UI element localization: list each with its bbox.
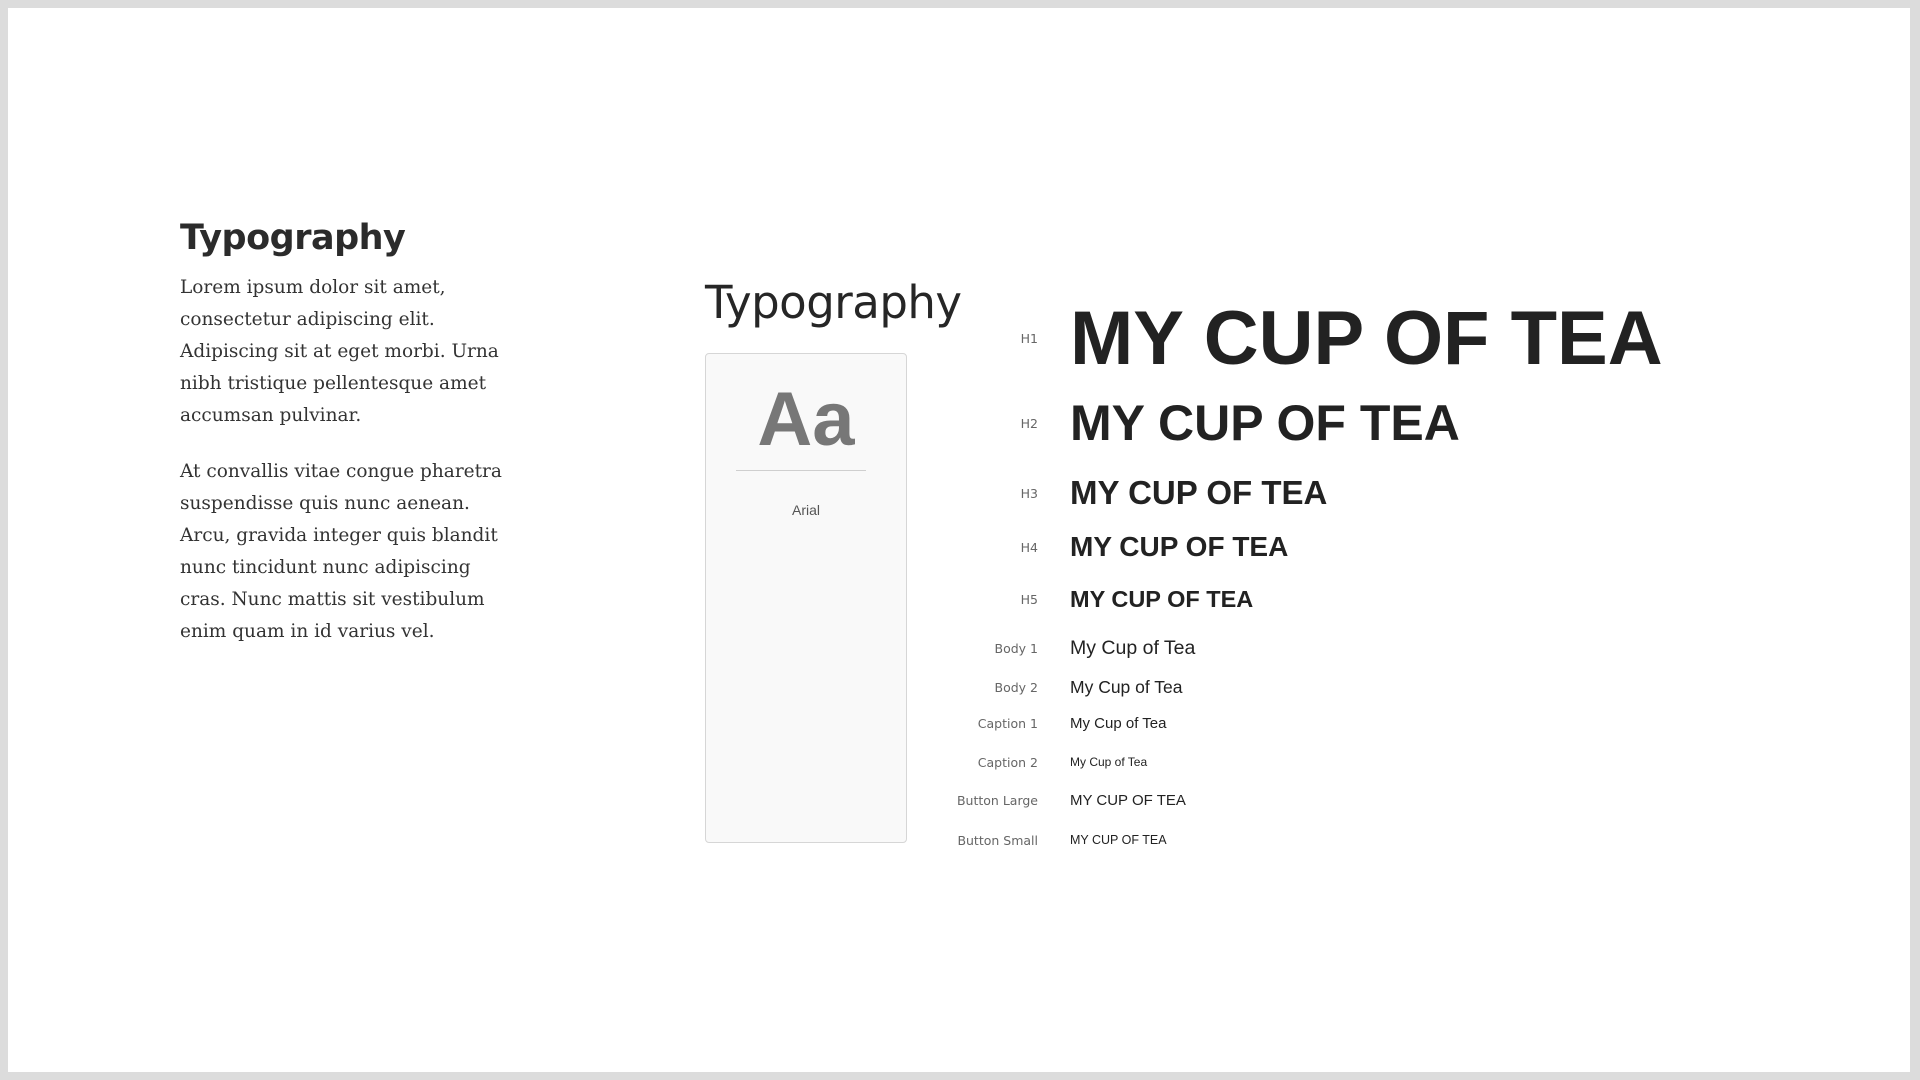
scale-label: Body 2: [994, 679, 1038, 695]
scale-label: H4: [1020, 539, 1038, 555]
scale-row-body-1: Body 1 My Cup of Tea: [928, 634, 1828, 662]
scale-label: Button Large: [956, 792, 1038, 808]
scale-row-caption-2: Caption 2 My Cup of Tea: [928, 750, 1828, 774]
scale-sample: MY CUP OF TEA: [1070, 474, 1328, 511]
scale-row-button-small: Button Small MY CUP OF TEA: [928, 828, 1828, 852]
scale-row-h1: H1 MY CUP OF TEA: [928, 290, 1828, 386]
font-card: Aa Arial: [705, 353, 907, 843]
scale-row-button-large: Button Large MY CUP OF TEA: [928, 788, 1828, 812]
scale-sample: My Cup of Tea: [1070, 676, 1183, 697]
scale-label: Caption 1: [977, 715, 1038, 731]
scale-sample: MY CUP OF TEA: [1070, 833, 1167, 847]
scale-row-h2: H2 MY CUP OF TEA: [928, 392, 1828, 454]
scale-sample: MY CUP OF TEA: [1070, 395, 1460, 451]
scale-sample: MY CUP OF TEA: [1070, 791, 1186, 809]
scale-row-caption-1: Caption 1 My Cup of Tea: [928, 711, 1828, 735]
scale-label: H1: [1020, 330, 1038, 346]
scale-row-h5: H5 MY CUP OF TEA: [928, 583, 1828, 615]
font-name: Arial: [791, 502, 820, 518]
scale-sample: MY CUP OF TEA: [1070, 531, 1289, 562]
scale-sample: MY CUP OF TEA: [1070, 585, 1254, 612]
scale-sample: My Cup of Tea: [1070, 755, 1148, 769]
intro-paragraph-1: Lorem ipsum dolor sit amet, consectetur …: [180, 277, 499, 426]
intro-paragraph-2: At convallis vitae congue pharetra suspe…: [180, 461, 502, 642]
scale-label: Body 1: [994, 640, 1038, 656]
scale-label: Caption 2: [977, 754, 1038, 770]
scale-label: Button Small: [957, 832, 1038, 848]
intro-section: Typography Lorem ipsum dolor sit amet, c…: [180, 218, 510, 672]
scale-row-h4: H4 MY CUP OF TEA: [928, 528, 1828, 566]
scale-sample: MY CUP OF TEA: [1070, 295, 1663, 381]
intro-title: Typography: [180, 218, 406, 258]
scale-label: H5: [1020, 591, 1038, 607]
scale-sample: My Cup of Tea: [1070, 636, 1196, 659]
slide-canvas: Typography Lorem ipsum dolor sit amet, c…: [8, 8, 1910, 1072]
font-card-divider: [736, 470, 866, 471]
scale-row-body-2: Body 2 My Cup of Tea: [928, 674, 1828, 700]
scale-label: H2: [1020, 415, 1038, 431]
font-sample-glyphs: Aa: [757, 377, 855, 462]
scale-sample: My Cup of Tea: [1070, 714, 1167, 732]
scale-label: H3: [1020, 485, 1038, 501]
scale-row-h3: H3 MY CUP OF TEA: [928, 471, 1828, 515]
type-panel-title: Typography: [705, 276, 962, 329]
